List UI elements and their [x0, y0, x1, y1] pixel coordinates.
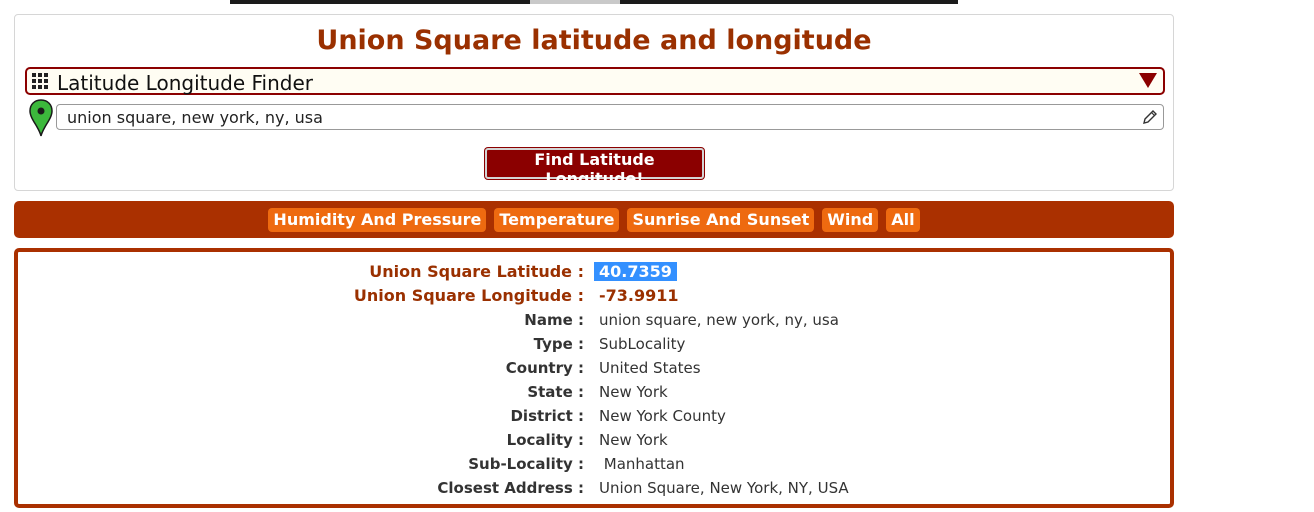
detail-label: Sub-Locality : — [468, 455, 584, 473]
tab-sunrise-sunset[interactable]: Sunrise And Sunset — [627, 207, 815, 232]
detail-row-state: State : New York — [18, 383, 1170, 407]
detail-row-district: District : New York County — [18, 407, 1170, 431]
detail-row-closest-address: Closest Address : Union Square, New York… — [18, 479, 1170, 503]
detail-value: New York — [599, 431, 668, 449]
finder-panel: Union Square latitude and longitude Lati… — [14, 14, 1174, 191]
find-lat-long-button[interactable]: Find Latitude Longitude! — [485, 148, 704, 188]
tool-select-dropdown[interactable]: Latitude Longitude Finder — [25, 67, 1165, 95]
detail-label: Closest Address : — [437, 479, 584, 497]
detail-row-country: Country : United States — [18, 359, 1170, 383]
longitude-label: Union Square Longitude : — [353, 286, 584, 305]
latitude-value[interactable]: 40.7359 — [594, 262, 677, 281]
detail-label: State : — [527, 383, 584, 401]
latitude-label: Union Square Latitude : — [369, 262, 584, 281]
detail-label: Name : — [524, 311, 584, 329]
tab-wind[interactable]: Wind — [822, 207, 879, 232]
page-title: Union Square latitude and longitude — [316, 25, 872, 56]
pencil-icon[interactable] — [1142, 109, 1158, 125]
detail-value: New York County — [599, 407, 726, 425]
detail-value: Manhattan — [599, 455, 685, 473]
detail-value: New York — [599, 383, 668, 401]
detail-row-name: Name : union square, new york, ny, usa — [18, 311, 1170, 335]
detail-label: Type : — [533, 335, 584, 353]
detail-value: SubLocality — [599, 335, 686, 353]
tab-humidity-pressure[interactable]: Humidity And Pressure — [268, 207, 487, 232]
detail-row-sub-locality: Sub-Locality : Manhattan — [18, 455, 1170, 479]
detail-label: District : — [510, 407, 584, 425]
map-pin-icon — [29, 99, 53, 137]
longitude-value[interactable]: -73.9911 — [599, 286, 679, 305]
top-banner-image — [230, 0, 958, 4]
weather-tabs: Humidity And Pressure Temperature Sunris… — [14, 201, 1174, 238]
chevron-down-icon[interactable] — [1139, 73, 1157, 88]
latitude-row: Union Square Latitude : 40.7359 — [18, 262, 1170, 286]
grid-icon — [32, 73, 48, 89]
results-panel: Union Square Latitude : 40.7359 Union Sq… — [14, 248, 1174, 508]
tool-select-label: Latitude Longitude Finder — [57, 71, 314, 95]
detail-row-type: Type : SubLocality — [18, 335, 1170, 359]
detail-value: union square, new york, ny, usa — [599, 311, 839, 329]
detail-value: United States — [599, 359, 701, 377]
detail-value: Union Square, New York, NY, USA — [599, 479, 849, 497]
longitude-row: Union Square Longitude : -73.9911 — [18, 286, 1170, 310]
detail-row-locality: Locality : New York — [18, 431, 1170, 455]
detail-label: Locality : — [506, 431, 584, 449]
search-input[interactable] — [56, 104, 1164, 130]
tab-temperature[interactable]: Temperature — [494, 207, 620, 232]
tab-all[interactable]: All — [886, 207, 920, 232]
detail-label: Country : — [505, 359, 584, 377]
